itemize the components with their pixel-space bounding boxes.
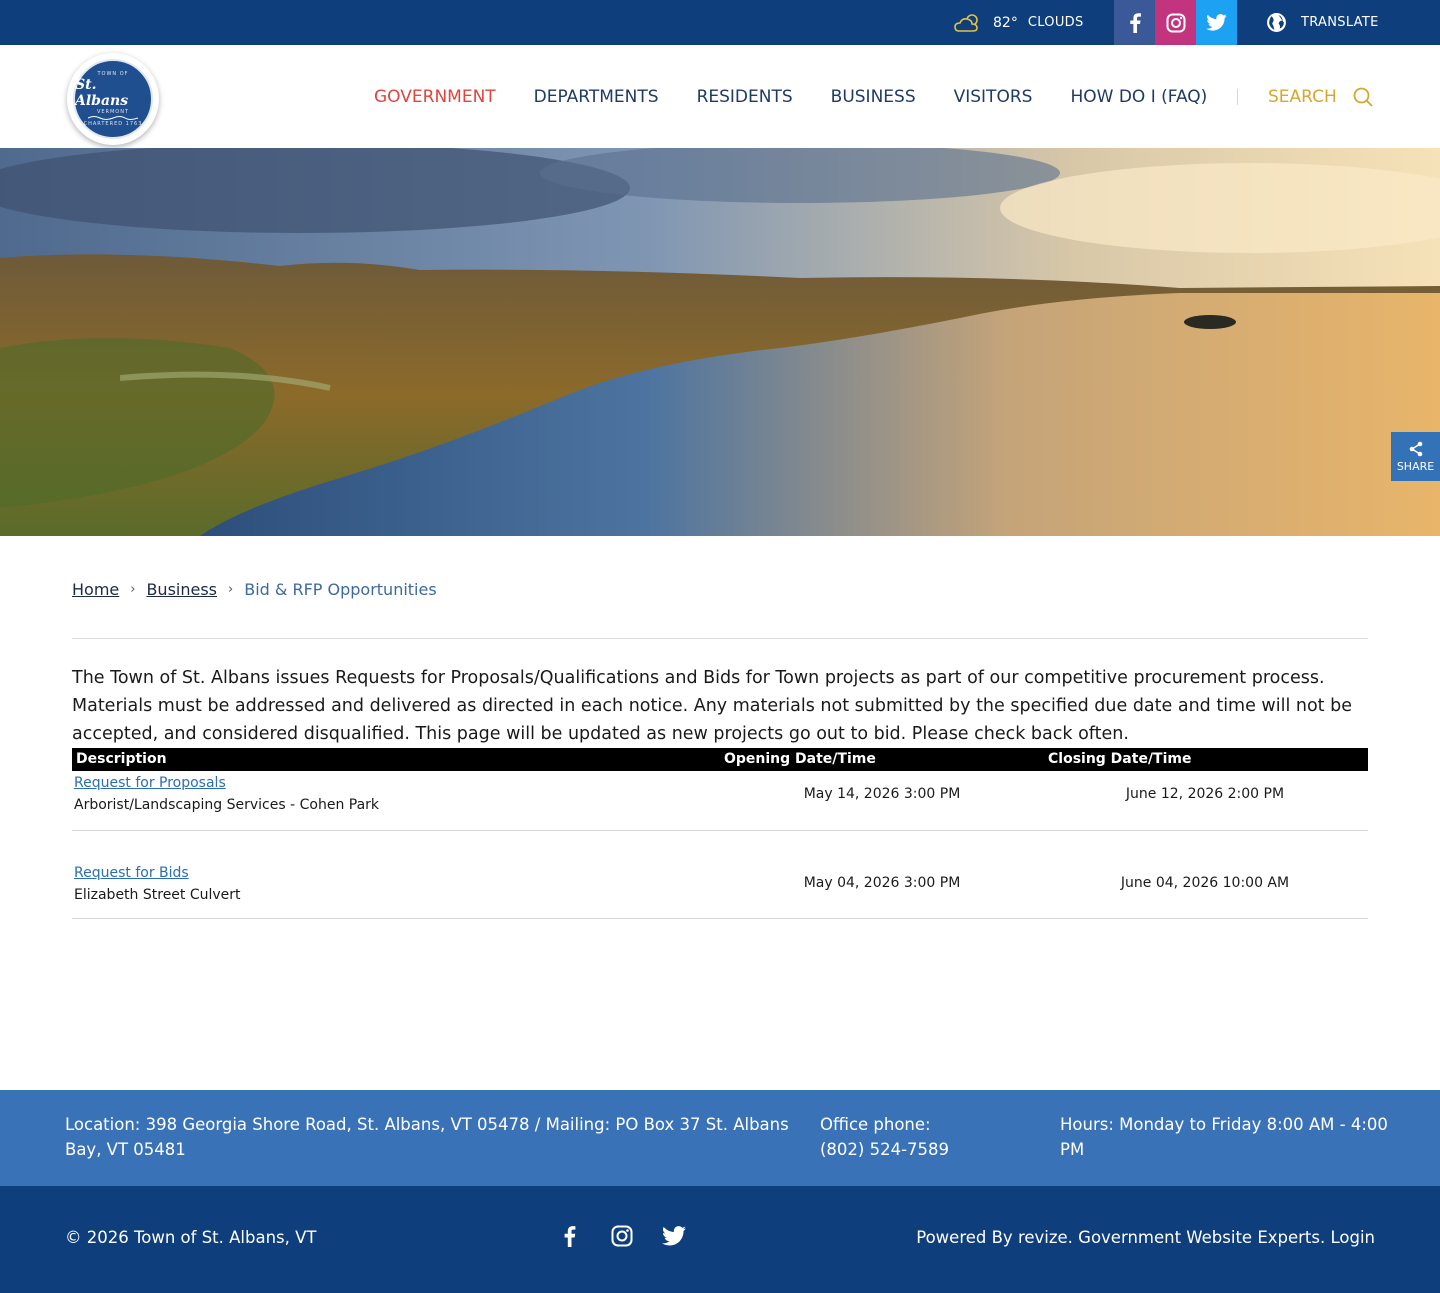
translate-button[interactable]: TRANSLATE xyxy=(1266,0,1379,45)
weather-condition: CLOUDS xyxy=(1027,15,1084,30)
search-icon xyxy=(1353,87,1373,107)
share-icon xyxy=(1409,441,1422,456)
nav-residents[interactable]: RESIDENTS xyxy=(697,87,793,107)
share-label: SHARE xyxy=(1396,459,1435,473)
footer-location: Location: 398 Georgia Shore Road, St. Al… xyxy=(65,1115,789,1159)
row-closing: June 04, 2026 10:00 AM xyxy=(1120,875,1290,891)
row-description: Request for Proposals Arborist/Landscapi… xyxy=(74,772,379,816)
nav-visitors[interactable]: VISITORS xyxy=(954,87,1033,107)
nav-departments[interactable]: DEPARTMENTS xyxy=(534,87,659,107)
search-label: SEARCH xyxy=(1268,86,1337,107)
row-opening: May 14, 2026 3:00 PM xyxy=(803,786,961,802)
temperature: 82° xyxy=(993,14,1018,31)
twitter-icon[interactable] xyxy=(662,1224,686,1248)
site-header: TOWN OF St. Albans VERMONT CHARTERED 176… xyxy=(0,45,1440,148)
globe-icon xyxy=(1267,13,1286,32)
row-title: Arborist/Landscaping Services - Cohen Pa… xyxy=(74,797,380,813)
lake-landscape-image xyxy=(0,148,1440,536)
row-title: Elizabeth Street Culvert xyxy=(74,887,241,903)
footer-phone: Office phone: (802) 524-7589 xyxy=(820,1112,1020,1162)
table-header: Description Opening Date/Time Closing Da… xyxy=(72,748,1368,771)
weather-widget: 82° CLOUDS xyxy=(953,0,1084,45)
twitter-icon[interactable] xyxy=(1196,0,1237,45)
header-opening: Opening Date/Time xyxy=(724,751,876,767)
logo-seal: TOWN OF St. Albans VERMONT CHARTERED 176… xyxy=(73,59,153,139)
breadcrumb-separator: › xyxy=(130,582,136,597)
share-button[interactable]: SHARE xyxy=(1391,432,1440,481)
footer-hours: Hours: Monday to Friday 8:00 AM - 4:00 P… xyxy=(1060,1115,1388,1159)
phone-number[interactable]: (802) 524-7589 xyxy=(820,1137,1020,1162)
breadcrumb-home[interactable]: Home xyxy=(72,580,119,599)
instagram-icon[interactable] xyxy=(610,1224,634,1248)
powered-by-link[interactable]: Powered By revize. Government Website Ex… xyxy=(916,1228,1375,1247)
row-link[interactable]: Request for Proposals xyxy=(74,772,379,794)
hero-banner xyxy=(0,148,1440,536)
header-closing: Closing Date/Time xyxy=(1048,751,1192,767)
table-row: Request for Bids Elizabeth Street Culver… xyxy=(72,831,1368,919)
table-row: Request for Proposals Arborist/Landscapi… xyxy=(72,771,1368,831)
footer-social xyxy=(558,1224,686,1248)
social-links-top xyxy=(1114,0,1237,45)
header-description: Description xyxy=(76,751,167,767)
bids-table: Description Opening Date/Time Closing Da… xyxy=(72,748,1368,919)
logo-bottom-text: CHARTERED 1763 xyxy=(83,121,143,127)
translate-label: TRANSLATE xyxy=(1301,15,1379,30)
row-link[interactable]: Request for Bids xyxy=(74,862,241,884)
footer-bottom: © 2026 Town of St. Albans, VT Powered By… xyxy=(0,1186,1440,1293)
search-button[interactable]: SEARCH xyxy=(1268,45,1373,148)
breadcrumb-current: Bid & RFP Opportunities xyxy=(244,580,437,599)
top-utility-bar: 82° CLOUDS TRANSLATE xyxy=(0,0,1440,45)
row-closing: June 12, 2026 2:00 PM xyxy=(1125,786,1285,802)
breadcrumb-separator: › xyxy=(228,582,234,597)
main-nav: GOVERNMENT DEPARTMENTS RESIDENTS BUSINES… xyxy=(374,45,1245,148)
nav-divider xyxy=(1237,89,1238,105)
breadcrumb-business[interactable]: Business xyxy=(146,580,217,599)
phone-label: Office phone: xyxy=(820,1115,931,1134)
row-opening: May 04, 2026 3:00 PM xyxy=(803,875,961,891)
logo-name: St. Albans xyxy=(75,77,129,109)
facebook-icon[interactable] xyxy=(558,1224,582,1248)
logo-top-text: TOWN OF xyxy=(97,71,129,77)
nav-government[interactable]: GOVERNMENT xyxy=(374,87,496,107)
nav-business[interactable]: BUSINESS xyxy=(831,87,916,107)
town-logo[interactable]: TOWN OF St. Albans VERMONT CHARTERED 176… xyxy=(67,53,159,145)
nav-how-do-i[interactable]: HOW DO I (FAQ) xyxy=(1070,87,1207,107)
copyright: © 2026 Town of St. Albans, VT xyxy=(65,1228,317,1247)
footer-contact: Location: 398 Georgia Shore Road, St. Al… xyxy=(0,1090,1440,1186)
instagram-icon[interactable] xyxy=(1155,0,1196,45)
logo-state: VERMONT xyxy=(96,109,130,115)
intro-text: The Town of St. Albans issues Requests f… xyxy=(72,668,1352,744)
facebook-icon[interactable] xyxy=(1114,0,1155,45)
divider xyxy=(72,638,1368,639)
row-description: Request for Bids Elizabeth Street Culver… xyxy=(74,862,241,906)
breadcrumb: Home › Business › Bid & RFP Opportunitie… xyxy=(72,580,437,599)
cloud-sun-icon xyxy=(954,13,978,32)
